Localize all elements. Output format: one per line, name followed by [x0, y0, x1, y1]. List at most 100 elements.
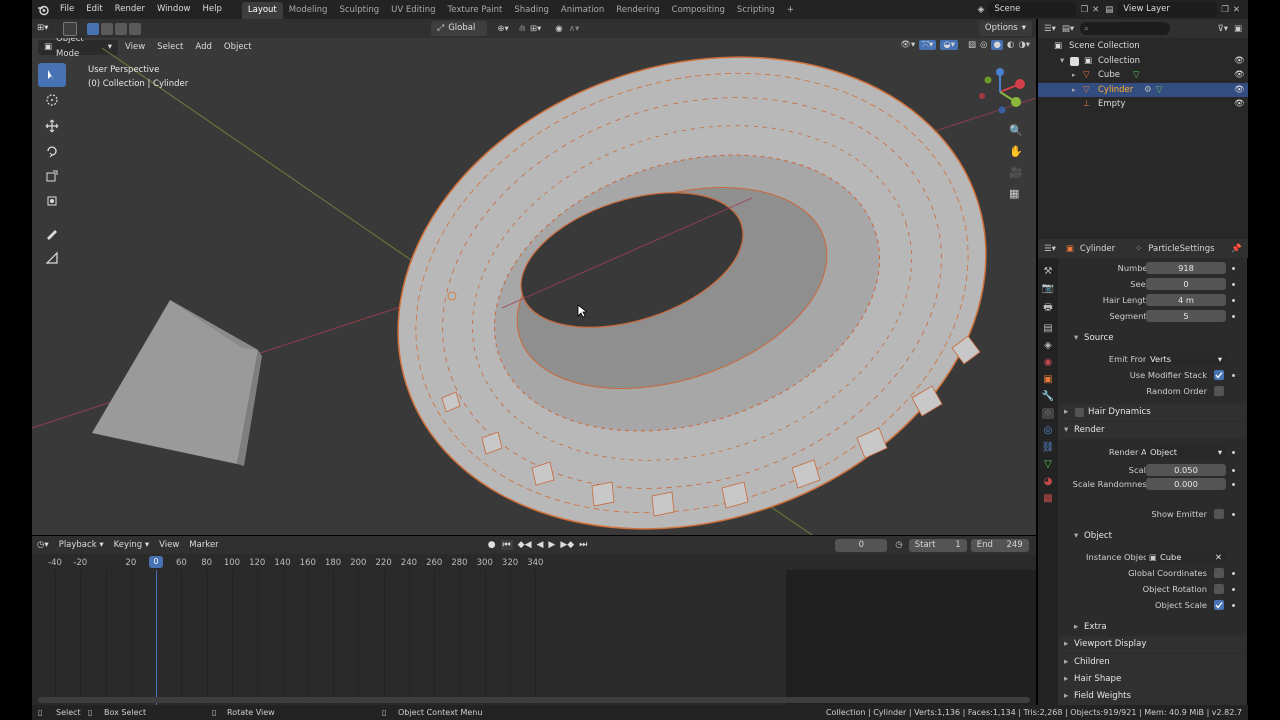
expand-arrow-icon[interactable]: ▸: [1072, 83, 1076, 98]
keyframe-dot-icon[interactable]: [1232, 374, 1235, 377]
select-box-tool-icon[interactable]: [38, 63, 66, 87]
object-rotation-checkbox[interactable]: [1214, 584, 1224, 594]
view-layer-tab-icon[interactable]: ▤: [1043, 323, 1052, 334]
menu-window[interactable]: Window: [151, 0, 197, 19]
instance-object-field[interactable]: ▣ Cube ✕: [1146, 551, 1226, 563]
extra-subpanel-header[interactable]: ▸ Extra: [1058, 619, 1247, 636]
view-layer-copy-icon[interactable]: ❐: [1221, 5, 1229, 15]
measure-tool-icon[interactable]: [38, 246, 66, 270]
seed-field[interactable]: 0: [1146, 278, 1226, 290]
eye-icon[interactable]: 👁: [1234, 83, 1245, 98]
outliner-search-input[interactable]: ⌕: [1080, 22, 1171, 35]
prev-keyframe-icon[interactable]: ◆◀: [518, 540, 532, 550]
keyframe-dot-icon[interactable]: [1232, 451, 1235, 454]
texture-tab-icon[interactable]: ▩: [1043, 493, 1052, 504]
timeline-editor-icon[interactable]: ◷▾: [32, 538, 54, 553]
outliner-row-scene-collection[interactable]: ▣ Scene Collection: [1038, 39, 1248, 54]
pivot-icon[interactable]: ⊕▾: [497, 24, 508, 34]
next-keyframe-icon[interactable]: ▶◆: [560, 540, 574, 550]
render-tab-icon[interactable]: 📷: [1042, 283, 1054, 294]
properties-editor-icon[interactable]: ☰▾: [1044, 244, 1056, 254]
keyframe-dot-icon[interactable]: [1232, 315, 1235, 318]
keyframe-dot-icon[interactable]: [1232, 513, 1235, 516]
select-intersect-icon[interactable]: [129, 22, 142, 35]
hair-shape-panel-header[interactable]: ▸ Hair Shape: [1058, 671, 1247, 688]
play-reverse-icon[interactable]: ◀: [537, 540, 544, 550]
viewport-display-panel-header[interactable]: ▸ Viewport Display: [1058, 636, 1247, 653]
jump-start-icon[interactable]: ⏮: [500, 540, 513, 550]
select-subtract-icon[interactable]: [115, 22, 128, 35]
source-subpanel-header[interactable]: ▾ Source: [1058, 330, 1247, 347]
keyframe-dot-icon[interactable]: [1232, 483, 1235, 486]
scale-tool-icon[interactable]: [38, 164, 66, 188]
keyframe-dot-icon[interactable]: [1232, 469, 1235, 472]
hair-length-field[interactable]: 4 m: [1146, 294, 1226, 306]
random-order-checkbox[interactable]: [1214, 386, 1224, 396]
outliner-row-cylinder[interactable]: ▸ ▽ Cylinder ⚙ ▽ 👁: [1038, 82, 1248, 98]
menu-marker[interactable]: Marker: [184, 538, 223, 553]
annotate-tool-icon[interactable]: [38, 221, 66, 245]
tab-animation[interactable]: Animation: [555, 2, 610, 19]
material-tab-icon[interactable]: ◕: [1044, 476, 1053, 487]
start-frame-field[interactable]: Start 1: [908, 538, 967, 552]
scale-field[interactable]: 0.050: [1146, 464, 1226, 476]
outliner-row-empty[interactable]: ⊥ Empty 👁: [1038, 97, 1248, 112]
tab-compositing[interactable]: Compositing: [666, 2, 731, 19]
pin-icon[interactable]: 📌: [1231, 244, 1242, 254]
end-frame-field[interactable]: End 249: [970, 538, 1029, 552]
scene-remove-icon[interactable]: ✕: [1092, 5, 1099, 15]
play-icon[interactable]: ▶: [548, 540, 555, 550]
options-dropdown[interactable]: Options ▾: [978, 21, 1032, 36]
clear-icon[interactable]: ✕: [1215, 551, 1222, 563]
menu-keying[interactable]: Keying ▾: [109, 538, 155, 553]
proportional-edit-icon[interactable]: ◉: [555, 24, 562, 34]
menu-timeline-view[interactable]: View: [154, 538, 184, 553]
menu-render[interactable]: Render: [109, 0, 151, 19]
use-modifier-stack-checkbox[interactable]: [1214, 370, 1224, 380]
eye-icon[interactable]: 👁: [1234, 68, 1245, 83]
view-layer-selector[interactable]: ▤ View Layer ❐ ✕: [1105, 2, 1240, 17]
checkbox-icon[interactable]: [1070, 56, 1079, 66]
snap-target-icon[interactable]: ⊞▾: [530, 24, 541, 34]
mesh-data-icon[interactable]: ▽: [1133, 68, 1140, 83]
scene-tab-icon[interactable]: ◈: [1044, 340, 1052, 351]
modifier-wrench-icon[interactable]: ⚙: [1144, 83, 1152, 98]
tab-texture-paint[interactable]: Texture Paint: [442, 2, 509, 19]
current-frame-field[interactable]: 0: [835, 538, 888, 552]
orientation-dropdown[interactable]: ⤢ Global: [431, 21, 488, 36]
object-scale-checkbox[interactable]: [1214, 600, 1224, 610]
tab-layout[interactable]: Layout: [241, 1, 283, 19]
global-coordinates-checkbox[interactable]: [1214, 568, 1224, 578]
playhead-marker[interactable]: 0: [149, 556, 163, 568]
view-layer-remove-icon[interactable]: ✕: [1233, 5, 1240, 15]
keyframe-dot-icon[interactable]: [1232, 299, 1235, 302]
snap-icon[interactable]: ⋒: [519, 24, 526, 34]
filter-icon[interactable]: ⊽▾: [1217, 24, 1228, 34]
modifier-tab-icon[interactable]: 🔧: [1042, 391, 1054, 402]
tab-uv-editing[interactable]: UV Editing: [385, 2, 441, 19]
select-mode-icon[interactable]: [63, 21, 78, 36]
expand-arrow-icon[interactable]: ▸: [1072, 68, 1076, 83]
eye-icon[interactable]: 👁: [1234, 54, 1245, 69]
hair-dynamics-panel-header[interactable]: ▸ Hair Dynamics: [1058, 404, 1247, 421]
ortho-toggle-icon[interactable]: ▦: [1009, 187, 1023, 200]
menu-edit[interactable]: Edit: [80, 0, 108, 19]
timeline-scrollbar[interactable]: [38, 697, 1030, 703]
object-tab-icon[interactable]: ▣: [1043, 374, 1052, 385]
menu-help[interactable]: Help: [196, 0, 227, 19]
zoom-icon[interactable]: 🔍: [1009, 124, 1023, 137]
scale-randomness-field[interactable]: 0.000: [1146, 478, 1226, 490]
expand-arrow-icon[interactable]: ▾: [1060, 54, 1064, 69]
keyframe-dot-icon[interactable]: [1232, 604, 1235, 607]
data-tab-icon[interactable]: ▽: [1044, 459, 1052, 470]
object-subpanel-header[interactable]: ▾ Object: [1058, 528, 1247, 545]
3d-viewport[interactable]: ▣ Object Mode ▾ View Select Add Object 👁▾…: [32, 38, 1036, 535]
children-panel-header[interactable]: ▸ Children: [1058, 654, 1247, 671]
rotate-tool-icon[interactable]: [38, 139, 66, 163]
menu-playback[interactable]: Playback ▾: [54, 538, 109, 553]
emit-from-dropdown[interactable]: Verts ▾: [1146, 353, 1226, 365]
constraints-tab-icon[interactable]: ⛓: [1042, 442, 1055, 453]
timeline-area[interactable]: -40-202040608010012014016018020022024026…: [32, 554, 1036, 708]
blender-logo-icon[interactable]: [32, 4, 54, 16]
tool-mode-buttons[interactable]: [63, 21, 142, 36]
